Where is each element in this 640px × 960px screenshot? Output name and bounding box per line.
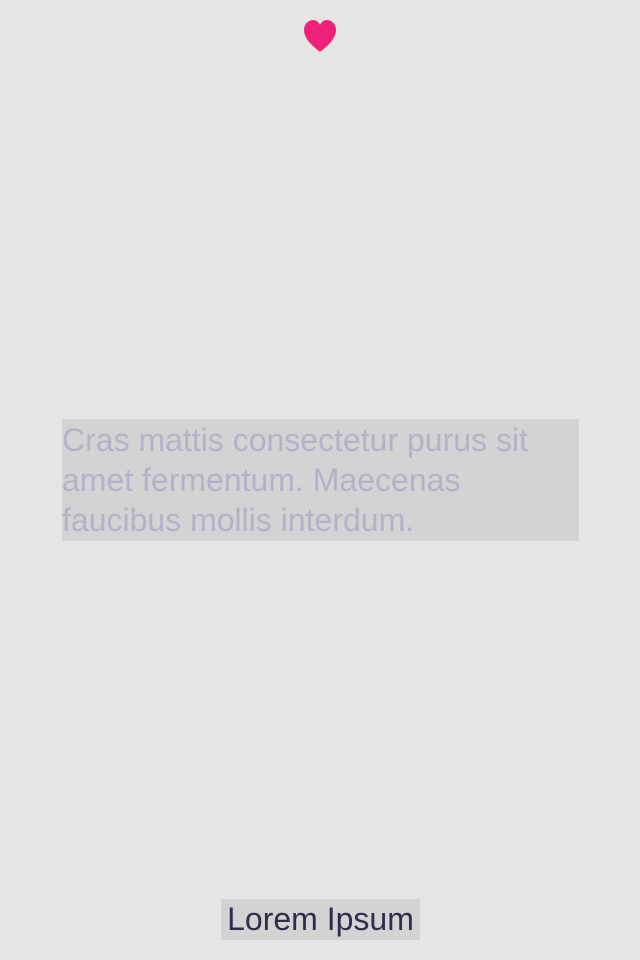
heart-icon[interactable]: [302, 18, 338, 54]
bottom-label[interactable]: Lorem Ipsum: [221, 899, 420, 940]
body-text: Cras mattis consectetur purus sit amet f…: [62, 419, 579, 541]
heart-shape: [304, 20, 336, 52]
screen: Cras mattis consectetur purus sit amet f…: [0, 0, 640, 960]
